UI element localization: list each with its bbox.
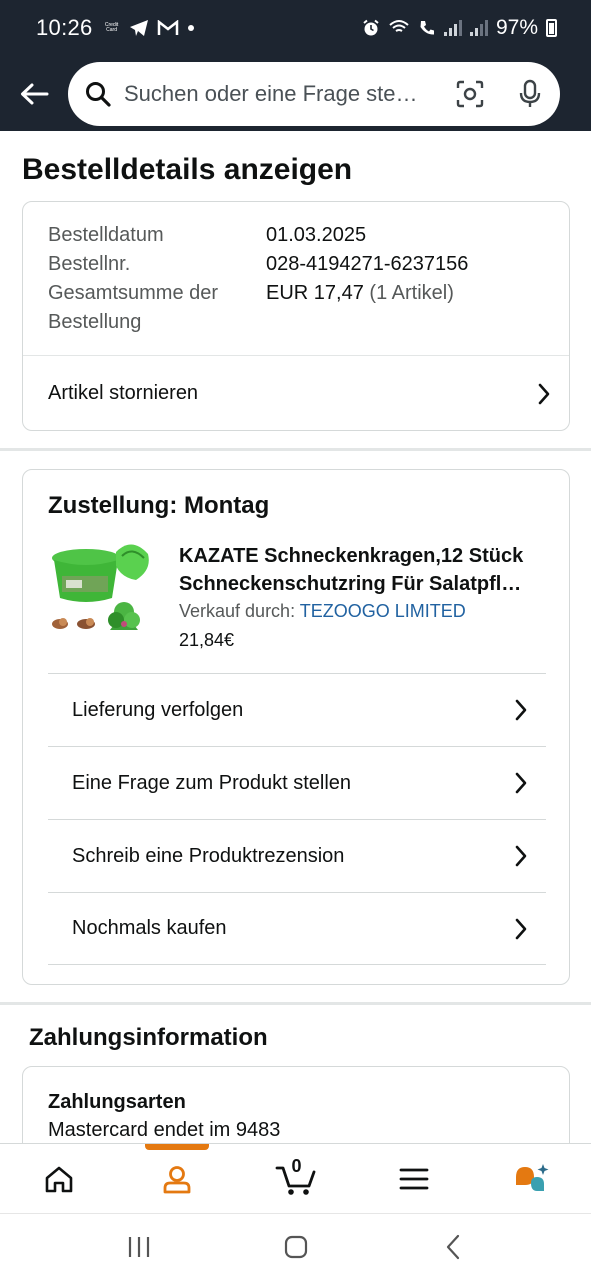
- payment-methods-label: Zahlungsarten: [48, 1091, 186, 1113]
- system-navigation: [0, 1213, 591, 1280]
- chevron-right-icon: [515, 699, 527, 721]
- menu-icon: [399, 1168, 429, 1189]
- bottom-navigation: 0: [0, 1143, 591, 1213]
- section-separator: [0, 448, 591, 451]
- back-button[interactable]: [0, 56, 68, 131]
- home-system-button[interactable]: [266, 1222, 326, 1272]
- nav-menu[interactable]: [355, 1144, 473, 1213]
- payment-method-value: Mastercard endet im 9483: [48, 1119, 281, 1141]
- product-price: 21,84€: [179, 630, 235, 650]
- nav-rufus[interactable]: [473, 1144, 591, 1213]
- microphone-icon: [519, 79, 541, 107]
- seller-link[interactable]: TEZOOGO LIMITED: [300, 601, 466, 621]
- product-photo-snail-collar: [52, 544, 149, 630]
- credit-card-app-icon: Credit Card: [104, 22, 119, 33]
- order-total-amount: EUR 17,47: [266, 282, 364, 304]
- delivery-action-list: Lieferung verfolgen Eine Frage zum Produ…: [48, 673, 546, 965]
- search-box[interactable]: [68, 61, 560, 126]
- rufus-assistant-icon: [515, 1163, 549, 1191]
- order-total-value: EUR 17,47 (1 Artikel): [266, 282, 454, 305]
- delivery-card: Zustellung: Montag KAZATE Schneckenkrage…: [22, 469, 570, 985]
- order-details-content: Bestelldetails anzeigen Bestelldatum 01.…: [0, 131, 591, 1143]
- section-separator: [0, 1002, 591, 1005]
- product-image[interactable]: [48, 540, 153, 645]
- cancel-items-link[interactable]: Artikel stornieren: [48, 356, 551, 431]
- voice-search-button[interactable]: [518, 79, 542, 109]
- action-label: Eine Frage zum Produkt stellen: [72, 771, 352, 794]
- gmail-icon: [157, 20, 178, 35]
- recent-apps-button[interactable]: [109, 1222, 169, 1272]
- order-total-label-line1: Gesamtsumme der: [48, 282, 219, 304]
- cancel-items-label: Artikel stornieren: [48, 382, 199, 404]
- volte-call-icon: [420, 21, 434, 35]
- order-summary-card: Bestelldatum 01.03.2025 Bestellnr. 028-4…: [22, 201, 570, 431]
- write-review-link[interactable]: Schreib eine Produktrezension: [48, 819, 546, 892]
- back-system-button[interactable]: [423, 1222, 483, 1272]
- signal-2-icon: [469, 20, 488, 36]
- action-label: Lieferung verfolgen: [72, 698, 244, 721]
- order-date-label: Bestelldatum: [48, 224, 164, 246]
- product-title-link[interactable]: KAZATE Schneckenkragen,12 Stück Schnecke…: [179, 542, 549, 598]
- order-total-item-count: (1 Artikel): [369, 282, 454, 304]
- search-input[interactable]: [124, 80, 456, 107]
- seller-prefix: Verkauf durch:: [179, 601, 296, 621]
- back-chevron-icon: [446, 1234, 459, 1260]
- order-date-value: 01.03.2025: [266, 224, 367, 246]
- camera-scan-button[interactable]: [456, 80, 484, 108]
- status-notification-icons: Credit Card: [103, 19, 195, 37]
- back-arrow-icon: [21, 83, 49, 104]
- track-package-link[interactable]: Lieferung verfolgen: [48, 673, 546, 746]
- payment-title: Zahlungsinformation: [29, 1024, 268, 1051]
- account-icon: [163, 1165, 191, 1193]
- search-icon: [86, 81, 111, 107]
- order-number-value: 028-4194271-6237156: [266, 253, 469, 275]
- home-icon: [45, 1166, 73, 1192]
- order-number-label: Bestellnr.: [48, 253, 131, 275]
- app-header: [0, 56, 591, 131]
- camera-scan-icon: [456, 80, 484, 107]
- nav-account[interactable]: [118, 1144, 236, 1213]
- cart-count: 0: [291, 1156, 302, 1176]
- signal-1-icon: [443, 20, 462, 36]
- action-label: Nochmals kaufen: [72, 917, 227, 939]
- page-title: Bestelldetails anzeigen: [22, 153, 353, 186]
- product-title-line1: KAZATE Schneckenkragen,12 Stück: [179, 545, 524, 567]
- status-bar: 10:26 Credit Card 97%: [0, 0, 591, 56]
- product-title-line2: Schneckenschutzring Für Salatpfl…: [179, 573, 522, 595]
- dot-icon: [187, 25, 194, 31]
- order-total-label-line2: Bestellung: [48, 311, 142, 333]
- seller-info: Verkauf durch: TEZOOGO LIMITED: [179, 601, 466, 622]
- alarm-icon: [363, 19, 379, 36]
- battery-percent: 97%: [495, 16, 538, 39]
- home-square-icon: [284, 1235, 307, 1259]
- telegram-icon: [129, 20, 148, 36]
- recent-apps-icon: [128, 1237, 149, 1257]
- active-tab-indicator: [145, 1144, 210, 1150]
- status-system-icons: 97%: [362, 16, 557, 40]
- battery-icon: [546, 19, 557, 37]
- ask-product-question-link[interactable]: Eine Frage zum Produkt stellen: [48, 746, 546, 819]
- delivery-title: Zustellung: Montag: [48, 492, 270, 519]
- chevron-right-icon: [515, 845, 527, 867]
- status-time: 10:26: [36, 15, 93, 40]
- chevron-right-icon: [538, 383, 550, 404]
- wifi-calling-icon: [389, 20, 409, 32]
- buy-again-link[interactable]: Nochmals kaufen: [48, 892, 546, 965]
- action-label: Schreib eine Produktrezension: [72, 844, 345, 867]
- nav-cart[interactable]: 0: [236, 1144, 354, 1213]
- payment-card: Zahlungsarten Mastercard endet im 9483: [22, 1066, 570, 1143]
- chevron-right-icon: [515, 772, 527, 794]
- nav-home[interactable]: [0, 1144, 118, 1213]
- chevron-right-icon: [515, 918, 527, 939]
